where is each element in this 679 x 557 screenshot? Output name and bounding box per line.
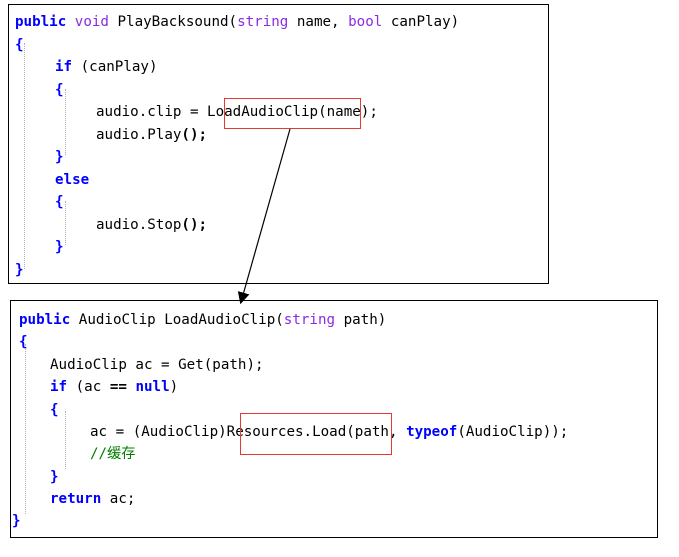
code-line-brace: }: [15, 261, 24, 279]
code-text: ();: [181, 217, 208, 233]
code-line-return: return ac;: [50, 490, 135, 508]
keyword: null: [135, 379, 170, 395]
code-line-stop: audio.Stop();: [96, 216, 207, 234]
code-line-signature: public void PlayBacksound(string name, b…: [15, 13, 459, 31]
brace: }: [50, 469, 59, 485]
brace: {: [15, 37, 24, 53]
indent-guide: [65, 89, 66, 155]
code-text: ();: [181, 127, 208, 143]
indent-guide: [24, 43, 25, 269]
code-text: (AudioClip));: [457, 424, 569, 440]
indent-guide: [25, 344, 26, 514]
highlight-box-loadaudioclip: [224, 98, 361, 129]
type-keyword: bool: [348, 14, 383, 30]
highlight-box-resources-load: [240, 413, 392, 455]
code-line-brace: }: [50, 468, 59, 486]
code-text: AudioClip LoadAudioClip(: [70, 312, 284, 328]
code-line-brace: {: [55, 193, 64, 211]
code-line-signature: public AudioClip LoadAudioClip(string pa…: [19, 311, 386, 329]
code-line-brace: }: [12, 512, 21, 530]
code-text: ): [169, 379, 179, 395]
keyword: else: [55, 172, 90, 188]
brace: {: [19, 334, 28, 350]
code-line-brace: }: [55, 148, 64, 166]
keyword: if: [50, 379, 68, 395]
keyword: if: [55, 59, 73, 75]
keyword: public: [15, 14, 67, 30]
brace: {: [55, 82, 64, 98]
keyword: return: [50, 491, 102, 507]
code-text: ac;: [101, 491, 136, 507]
code-text: audio.Stop: [96, 217, 182, 233]
code-line-else: else: [55, 171, 89, 189]
type-keyword: string: [283, 312, 336, 328]
code-line-get: AudioClip ac = Get(path);: [50, 356, 264, 374]
code-text: (canPlay): [72, 59, 158, 75]
code-text: path): [335, 312, 387, 328]
type-keyword: string: [237, 14, 289, 30]
code-line-brace: }: [55, 238, 64, 256]
code-line-brace: {: [50, 401, 59, 419]
keyword: void: [74, 14, 109, 30]
code-text: (ac: [67, 379, 110, 395]
code-line-comment: //缓存: [90, 445, 135, 463]
brace: }: [15, 262, 24, 278]
code-line-brace: {: [55, 81, 64, 99]
comment: //缓存: [90, 446, 136, 462]
code-line-play: audio.Play();: [96, 126, 207, 144]
keyword: public: [19, 312, 71, 328]
code-text: canPlay): [382, 14, 460, 30]
code-text: audio.Play: [96, 127, 182, 143]
code-line-if: if (canPlay): [55, 58, 158, 76]
code-text: name,: [288, 14, 349, 30]
code-panel-play-backsound: public void PlayBacksound(string name, b…: [8, 4, 549, 284]
indent-guide: [65, 411, 66, 469]
brace: {: [55, 194, 64, 210]
code-text: audio.clip =: [96, 104, 208, 120]
code-text: AudioClip ac = Get(path);: [50, 357, 264, 373]
code-text: PlayBacksound(: [108, 14, 238, 30]
code-line-brace: {: [19, 333, 28, 351]
brace: }: [12, 513, 21, 529]
code-line-if: if (ac == null): [50, 378, 178, 396]
brace: }: [55, 239, 64, 255]
keyword: typeof: [406, 424, 458, 440]
operator: ==: [109, 379, 127, 395]
code-text: ac = (AudioClip): [90, 424, 227, 440]
brace: }: [55, 149, 64, 165]
code-line-brace: {: [15, 36, 24, 54]
indent-guide: [65, 201, 66, 245]
brace: {: [50, 402, 59, 418]
